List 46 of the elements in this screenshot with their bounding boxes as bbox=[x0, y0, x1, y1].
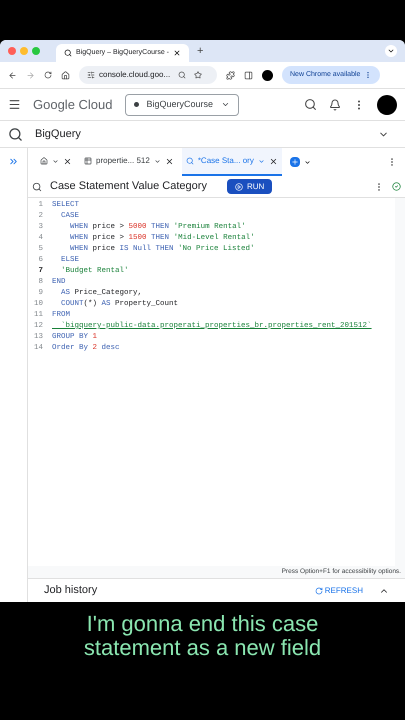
video-caption: I'm gonna end this case statement as a new field bbox=[82, 612, 322, 662]
close-icon[interactable] bbox=[164, 156, 174, 166]
query-icon bbox=[186, 157, 194, 165]
profile-avatar[interactable] bbox=[262, 70, 273, 80]
zoom-icon bbox=[178, 71, 186, 79]
expand-panel-icon[interactable] bbox=[8, 156, 19, 167]
caret-icon[interactable] bbox=[304, 158, 311, 166]
refresh-icon bbox=[314, 586, 323, 594]
home-icon[interactable] bbox=[61, 70, 70, 80]
editor-tab[interactable]: *Case Sta... ory bbox=[182, 148, 282, 176]
reload-icon[interactable] bbox=[44, 71, 52, 79]
caret-icon bbox=[52, 158, 59, 164]
play-icon bbox=[234, 182, 243, 190]
check-circle-icon bbox=[392, 182, 401, 191]
site-settings-icon bbox=[87, 71, 95, 79]
plus-icon bbox=[290, 158, 299, 166]
caret-icon bbox=[258, 158, 265, 164]
back-icon[interactable] bbox=[8, 70, 17, 80]
job-history-title: Job history bbox=[44, 583, 98, 598]
google-cloud-logo[interactable]: Google Cloud bbox=[33, 94, 112, 114]
query-icon bbox=[32, 182, 42, 192]
side-panel-icon[interactable] bbox=[244, 70, 253, 80]
bell-icon[interactable] bbox=[329, 98, 341, 110]
editor-tab[interactable]: propertie... 512 bbox=[80, 148, 178, 176]
account-avatar[interactable] bbox=[377, 94, 397, 114]
section-title: BigQuery bbox=[35, 126, 81, 142]
new-query-button[interactable] bbox=[290, 157, 300, 167]
new-tab-button[interactable]: + bbox=[192, 42, 208, 60]
extensions-icon[interactable] bbox=[226, 70, 235, 80]
tab-menu-button[interactable] bbox=[385, 45, 397, 57]
close-icon[interactable] bbox=[268, 156, 278, 166]
refresh-button[interactable]: REFRESH bbox=[314, 584, 363, 596]
star-icon bbox=[194, 71, 202, 79]
close-icon[interactable] bbox=[63, 156, 72, 166]
address-bar[interactable]: console.cloud.goo... bbox=[79, 66, 217, 84]
table-icon bbox=[84, 157, 92, 165]
search-icon[interactable] bbox=[304, 98, 317, 111]
query-title: Case Statement Value Category bbox=[50, 179, 207, 194]
chevron-down-icon bbox=[387, 47, 395, 55]
caret-icon bbox=[154, 158, 161, 164]
menu-icon[interactable] bbox=[8, 98, 21, 111]
close-icon[interactable] bbox=[172, 49, 181, 57]
caret-icon bbox=[221, 100, 230, 109]
project-selector[interactable]: BigQueryCourse bbox=[124, 94, 240, 116]
run-button[interactable]: RUN bbox=[226, 179, 272, 194]
home-icon bbox=[40, 157, 48, 165]
